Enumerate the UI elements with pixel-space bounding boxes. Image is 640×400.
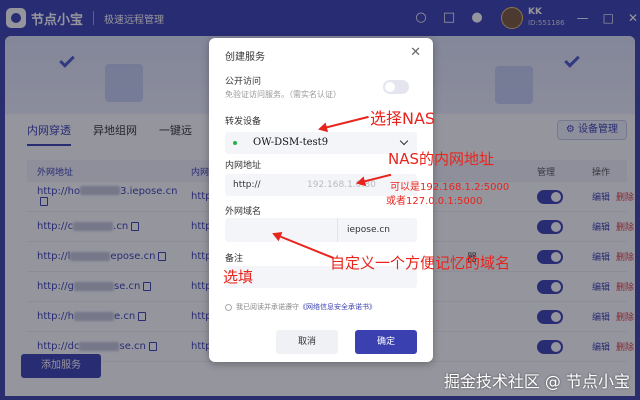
annotation-select-nas: 选择NAS — [370, 109, 436, 128]
annotation-nas-intranet: NAS的内网地址 — [388, 150, 495, 168]
annotation-example-2: 或者127.0.0.1:5000 — [386, 196, 483, 207]
confirm-button[interactable]: 确定 — [355, 330, 417, 354]
dialog-title: 创建服务 — [225, 52, 265, 63]
domain-suffix: iepose.cn — [347, 225, 390, 235]
remark-label: 备注 — [225, 254, 244, 264]
public-access-label: 公开访问 — [225, 77, 262, 87]
annotation-optional: 选填 — [223, 268, 254, 286]
agree-text: 我已阅读并承诺遵守 — [236, 303, 299, 311]
domain-separator — [337, 218, 338, 242]
public-access-hint: 免验证访问服务。（需实名认证） — [225, 90, 341, 99]
agreement-row: 我已阅读并承诺遵守 《网络信息安全承诺书》 — [225, 302, 376, 312]
agree-checkbox[interactable] — [225, 303, 232, 311]
domain-input[interactable]: iepose.cn — [225, 218, 417, 242]
close-icon[interactable]: ✕ — [410, 45, 421, 60]
annotation-custom-domain: 自定义一个方便记忆的域名 — [330, 254, 511, 272]
protocol-prefix: http:// — [233, 180, 261, 190]
online-status-icon — [233, 141, 237, 145]
annotation-example-1: 可以是192.168.1.2:5000 — [390, 182, 510, 193]
cancel-button[interactable]: 取消 — [276, 330, 338, 354]
forward-device-label: 转发设备 — [225, 117, 262, 127]
public-access-toggle[interactable] — [383, 80, 409, 94]
forward-device-value: OW-DSM-test9 — [253, 137, 329, 148]
watermark: 掘金技术社区 @ 节点小宝 — [443, 372, 630, 391]
chevron-down-icon — [399, 136, 409, 146]
agreement-link[interactable]: 《网络信息安全承诺书》 — [299, 302, 376, 312]
domain-label: 外网域名 — [225, 207, 262, 217]
intranet-address-label: 内网地址 — [225, 161, 262, 171]
